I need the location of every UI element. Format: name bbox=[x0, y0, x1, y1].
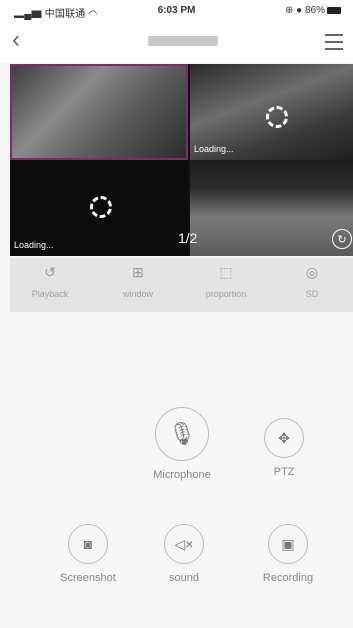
video-cell-4[interactable] bbox=[190, 160, 353, 256]
proportion-label: proportion bbox=[205, 289, 247, 299]
page-indicator: 1/2 bbox=[178, 230, 198, 246]
window-grid-icon: ⊞ bbox=[132, 264, 144, 280]
video-cell-3[interactable]: Loading... bbox=[10, 160, 188, 256]
window-button[interactable]: ⊞ window bbox=[98, 264, 178, 299]
playback-label: Playback bbox=[31, 289, 69, 299]
video-camera-icon: ▣ bbox=[268, 524, 308, 564]
loading-spinner-icon bbox=[266, 106, 288, 128]
loading-spinner-icon bbox=[90, 196, 112, 218]
back-button[interactable]: ‹ bbox=[12, 26, 20, 54]
camera-icon: ◙ bbox=[68, 524, 108, 564]
playback-icon: ↺ bbox=[44, 264, 56, 280]
screenshot-button[interactable]: ◙ Screenshot bbox=[48, 524, 128, 584]
screenshot-label: Screenshot bbox=[60, 572, 116, 584]
microphone-icon: 🎙 bbox=[155, 407, 209, 461]
sound-button[interactable]: ◁× sound bbox=[152, 524, 216, 584]
microphone-label: Microphone bbox=[153, 469, 211, 481]
microphone-button[interactable]: 🎙 Microphone bbox=[144, 407, 220, 481]
ptz-icon: ✥ bbox=[264, 418, 304, 458]
sd-quality-icon: ◎ bbox=[305, 264, 319, 280]
video-grid: Loading... Loading... 1/2 ↻ ⤢ bbox=[10, 64, 353, 304]
battery-percent: 86% bbox=[304, 5, 325, 16]
battery-icon bbox=[327, 6, 341, 14]
loading-label: Loading... bbox=[14, 240, 54, 250]
battery-status: ⊕ ● 86% bbox=[285, 5, 341, 16]
status-bar: ▂▄▆ 中国联通 ◠ 6:03 PM ⊕ ● 86% bbox=[0, 0, 353, 20]
video-toolbar: ↺ Playback ⊞ window ⬚ proportion ◎ SD bbox=[10, 258, 353, 312]
video-cell-1[interactable] bbox=[10, 64, 188, 160]
sd-label: SD bbox=[305, 289, 319, 299]
ptz-label: PTZ bbox=[273, 466, 295, 478]
window-label: window bbox=[122, 289, 153, 299]
ptz-button[interactable]: ✥ PTZ bbox=[252, 418, 316, 478]
video-cell-2[interactable]: Loading... bbox=[190, 64, 353, 160]
recording-label: Recording bbox=[262, 572, 314, 584]
recording-button[interactable]: ▣ Recording bbox=[250, 524, 326, 584]
playback-button[interactable]: ↺ Playback bbox=[10, 264, 90, 299]
proportion-icon: ⬚ bbox=[219, 264, 233, 280]
menu-icon[interactable] bbox=[325, 34, 343, 55]
speaker-mute-icon: ◁× bbox=[164, 524, 204, 564]
proportion-button[interactable]: ⬚ proportion bbox=[186, 264, 266, 299]
nav-bar: ‹ bbox=[0, 20, 353, 62]
sound-label: sound bbox=[169, 572, 199, 584]
loading-label: Loading... bbox=[194, 144, 234, 154]
page-title bbox=[148, 36, 218, 46]
sd-button[interactable]: ◎ SD bbox=[272, 264, 352, 299]
rotate-icon[interactable]: ↻ bbox=[332, 229, 352, 249]
